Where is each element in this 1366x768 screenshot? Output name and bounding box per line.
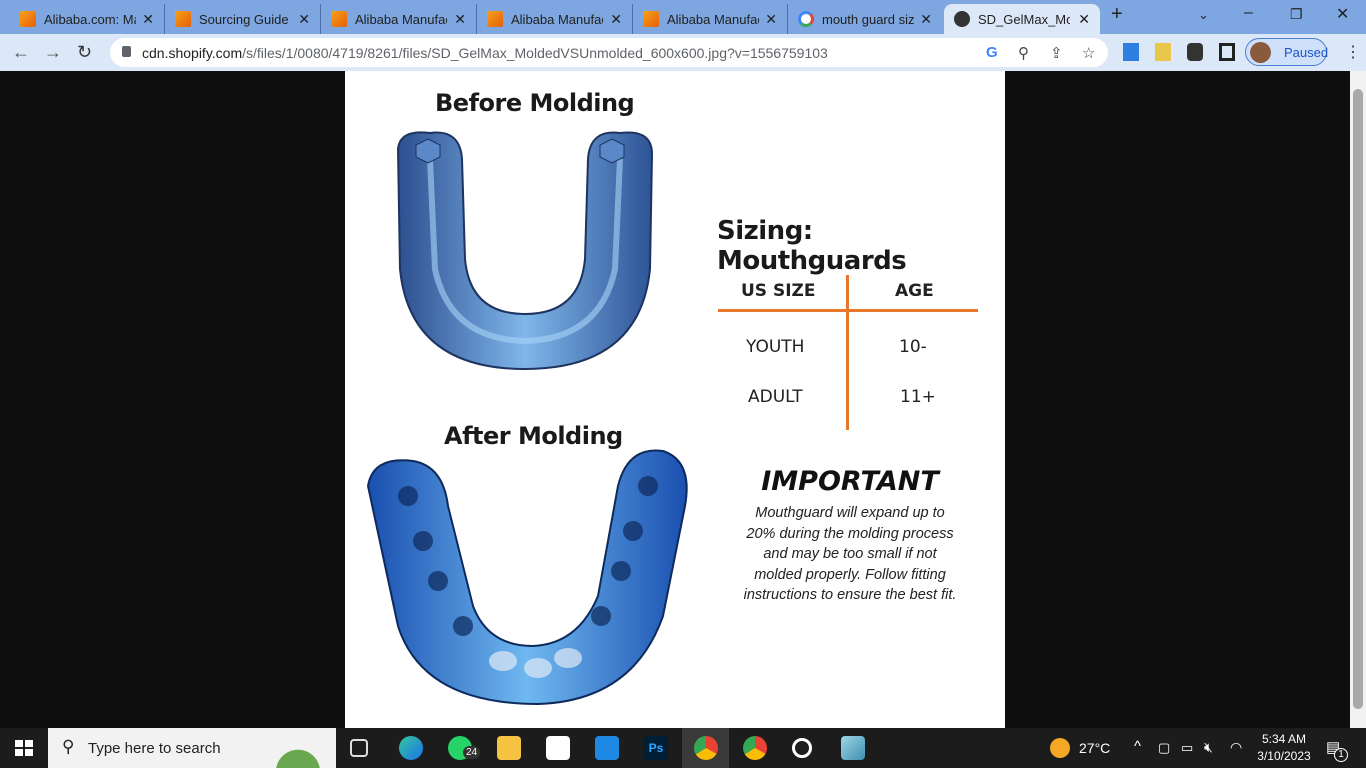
tab-3[interactable]: Alibaba Manufac ✕	[477, 4, 633, 34]
notes-app-icon[interactable]	[841, 736, 865, 760]
sizing-image: Before Molding After Molding Sizing: Mou…	[345, 71, 1005, 728]
restore-button[interactable]: ❐	[1290, 6, 1303, 23]
task-view-icon[interactable]	[350, 739, 368, 757]
alibaba-icon	[487, 11, 503, 27]
taskbar: ⚲ Type here to search 24 Ps 27°C ^ ▢ ▭ 🔇…	[0, 728, 1366, 768]
whatsapp-badge: 24	[463, 746, 481, 759]
extensions-puzzle-icon[interactable]	[1187, 43, 1203, 61]
table-column-divider	[846, 275, 849, 430]
new-tab-button[interactable]: +	[1111, 3, 1123, 26]
close-tab-icon[interactable]: ✕	[142, 11, 154, 28]
tab-4[interactable]: Alibaba Manufac ✕	[633, 4, 788, 34]
start-button[interactable]	[15, 740, 33, 756]
globe-icon	[954, 11, 970, 27]
chrome-profile-icon[interactable]	[743, 736, 767, 760]
close-tab-icon[interactable]: ✕	[298, 11, 310, 28]
alibaba-icon	[175, 11, 191, 27]
clock-time[interactable]: 5:34 AM	[1256, 732, 1312, 746]
chrome-icon[interactable]	[694, 736, 718, 760]
alibaba-icon	[331, 11, 347, 27]
alibaba-icon	[20, 11, 36, 27]
mouthguard-after-image	[366, 449, 688, 706]
note-line: instructions to ensure the best fit.	[743, 587, 957, 603]
important-text: Mouthguard will expand up to 20% during …	[720, 503, 980, 606]
google-lens-icon[interactable]: G	[986, 44, 998, 61]
weather-temp[interactable]: 27°C	[1079, 740, 1110, 756]
photoshop-icon[interactable]: Ps	[644, 736, 668, 760]
app-icon[interactable]	[792, 738, 812, 758]
search-placeholder: Type here to search	[88, 739, 221, 757]
note-line: 20% during the molding process	[746, 525, 954, 542]
note-line: molded properly. Follow fitting	[754, 566, 946, 583]
google-icon	[798, 11, 814, 27]
table-cell: YOUTH	[746, 337, 805, 357]
tab-5[interactable]: mouth guard size ✕	[788, 4, 942, 34]
microsoft-store-icon[interactable]	[546, 736, 570, 760]
important-title: IMPORTANT	[761, 466, 939, 497]
notification-badge: 1	[1334, 748, 1348, 762]
clock-date[interactable]: 3/10/2023	[1256, 749, 1312, 763]
profile-button[interactable]: Paused	[1245, 38, 1328, 66]
minimize-button[interactable]: –	[1244, 4, 1253, 22]
page-viewport: Before Molding After Molding Sizing: Mou…	[0, 71, 1350, 728]
download-extension-icon[interactable]	[1123, 43, 1139, 61]
vertical-scrollbar[interactable]	[1350, 71, 1366, 728]
table-header-age: AGE	[895, 281, 934, 301]
forward-button[interactable]: →	[44, 42, 62, 63]
address-bar[interactable]: cdn.shopify.com/s/files/1/0080/4719/8261…	[110, 38, 1108, 67]
browser-toolbar: ← → ↻ cdn.shopify.com/s/files/1/0080/471…	[0, 34, 1366, 71]
edge-icon[interactable]	[399, 736, 423, 760]
downloads-icon[interactable]	[1155, 43, 1171, 61]
tab-0[interactable]: Alibaba.com: Ma ✕	[10, 4, 165, 34]
tab-6-active[interactable]: SD_GelMax_Mold✕	[944, 4, 1100, 34]
close-tab-icon[interactable]: ✕	[610, 11, 622, 28]
chevron-up-icon[interactable]: ^	[1134, 738, 1141, 755]
important-note: IMPORTANT Mouthguard will expand up to 2…	[720, 466, 980, 606]
close-tab-icon[interactable]: ✕	[1078, 11, 1090, 28]
tab-2[interactable]: Alibaba Manufac ✕	[321, 4, 477, 34]
mail-icon[interactable]	[595, 736, 619, 760]
mouthguard-before-image	[396, 131, 654, 371]
before-molding-title: Before Molding	[435, 89, 635, 117]
close-tab-icon[interactable]: ✕	[454, 11, 466, 28]
table-cell: 11+	[900, 387, 936, 407]
tab-1[interactable]: Sourcing Guide ✕	[165, 4, 321, 34]
reload-button[interactable]: ↻	[77, 42, 92, 63]
share-icon[interactable]: ⇪	[1050, 44, 1063, 62]
bookmark-star-icon[interactable]: ☆	[1082, 44, 1095, 62]
table-cell: 10-	[899, 337, 927, 357]
note-line: and may be too small if not	[763, 546, 937, 562]
battery-icon[interactable]: ▭	[1181, 740, 1193, 756]
avatar	[1250, 42, 1271, 63]
tab-strip: Alibaba.com: Ma ✕ Sourcing Guide ✕ Alibaba…	[0, 0, 1366, 34]
scrollbar-thumb[interactable]	[1353, 89, 1363, 709]
close-tab-icon[interactable]: ✕	[920, 11, 932, 28]
tab-search-icon[interactable]: ⌄	[1198, 7, 1209, 23]
lock-icon	[122, 46, 131, 57]
close-window-button[interactable]: ✕	[1336, 4, 1349, 24]
volume-muted-icon[interactable]: 🔇︎	[1204, 739, 1213, 756]
menu-icon[interactable]: ⋮	[1345, 42, 1361, 62]
note-line: Mouthguard will expand up to	[755, 505, 945, 521]
close-tab-icon[interactable]: ✕	[765, 11, 777, 28]
alibaba-icon	[643, 11, 659, 27]
table-cell: ADULT	[748, 387, 803, 407]
sizing-title: Sizing: Mouthguards	[717, 216, 907, 276]
meet-icon[interactable]: ▢	[1158, 740, 1170, 756]
zoom-icon[interactable]: ⚲	[1018, 44, 1029, 62]
wifi-icon[interactable]: ◠	[1230, 739, 1242, 756]
table-header-size: US SIZE	[741, 281, 816, 301]
taskbar-search[interactable]: ⚲ Type here to search	[48, 728, 336, 768]
file-explorer-icon[interactable]	[497, 736, 521, 760]
search-highlight-image	[263, 730, 333, 768]
weather-icon	[1050, 738, 1070, 758]
search-icon: ⚲	[62, 737, 75, 756]
side-panel-icon[interactable]	[1219, 43, 1235, 61]
back-button[interactable]: ←	[12, 42, 30, 63]
